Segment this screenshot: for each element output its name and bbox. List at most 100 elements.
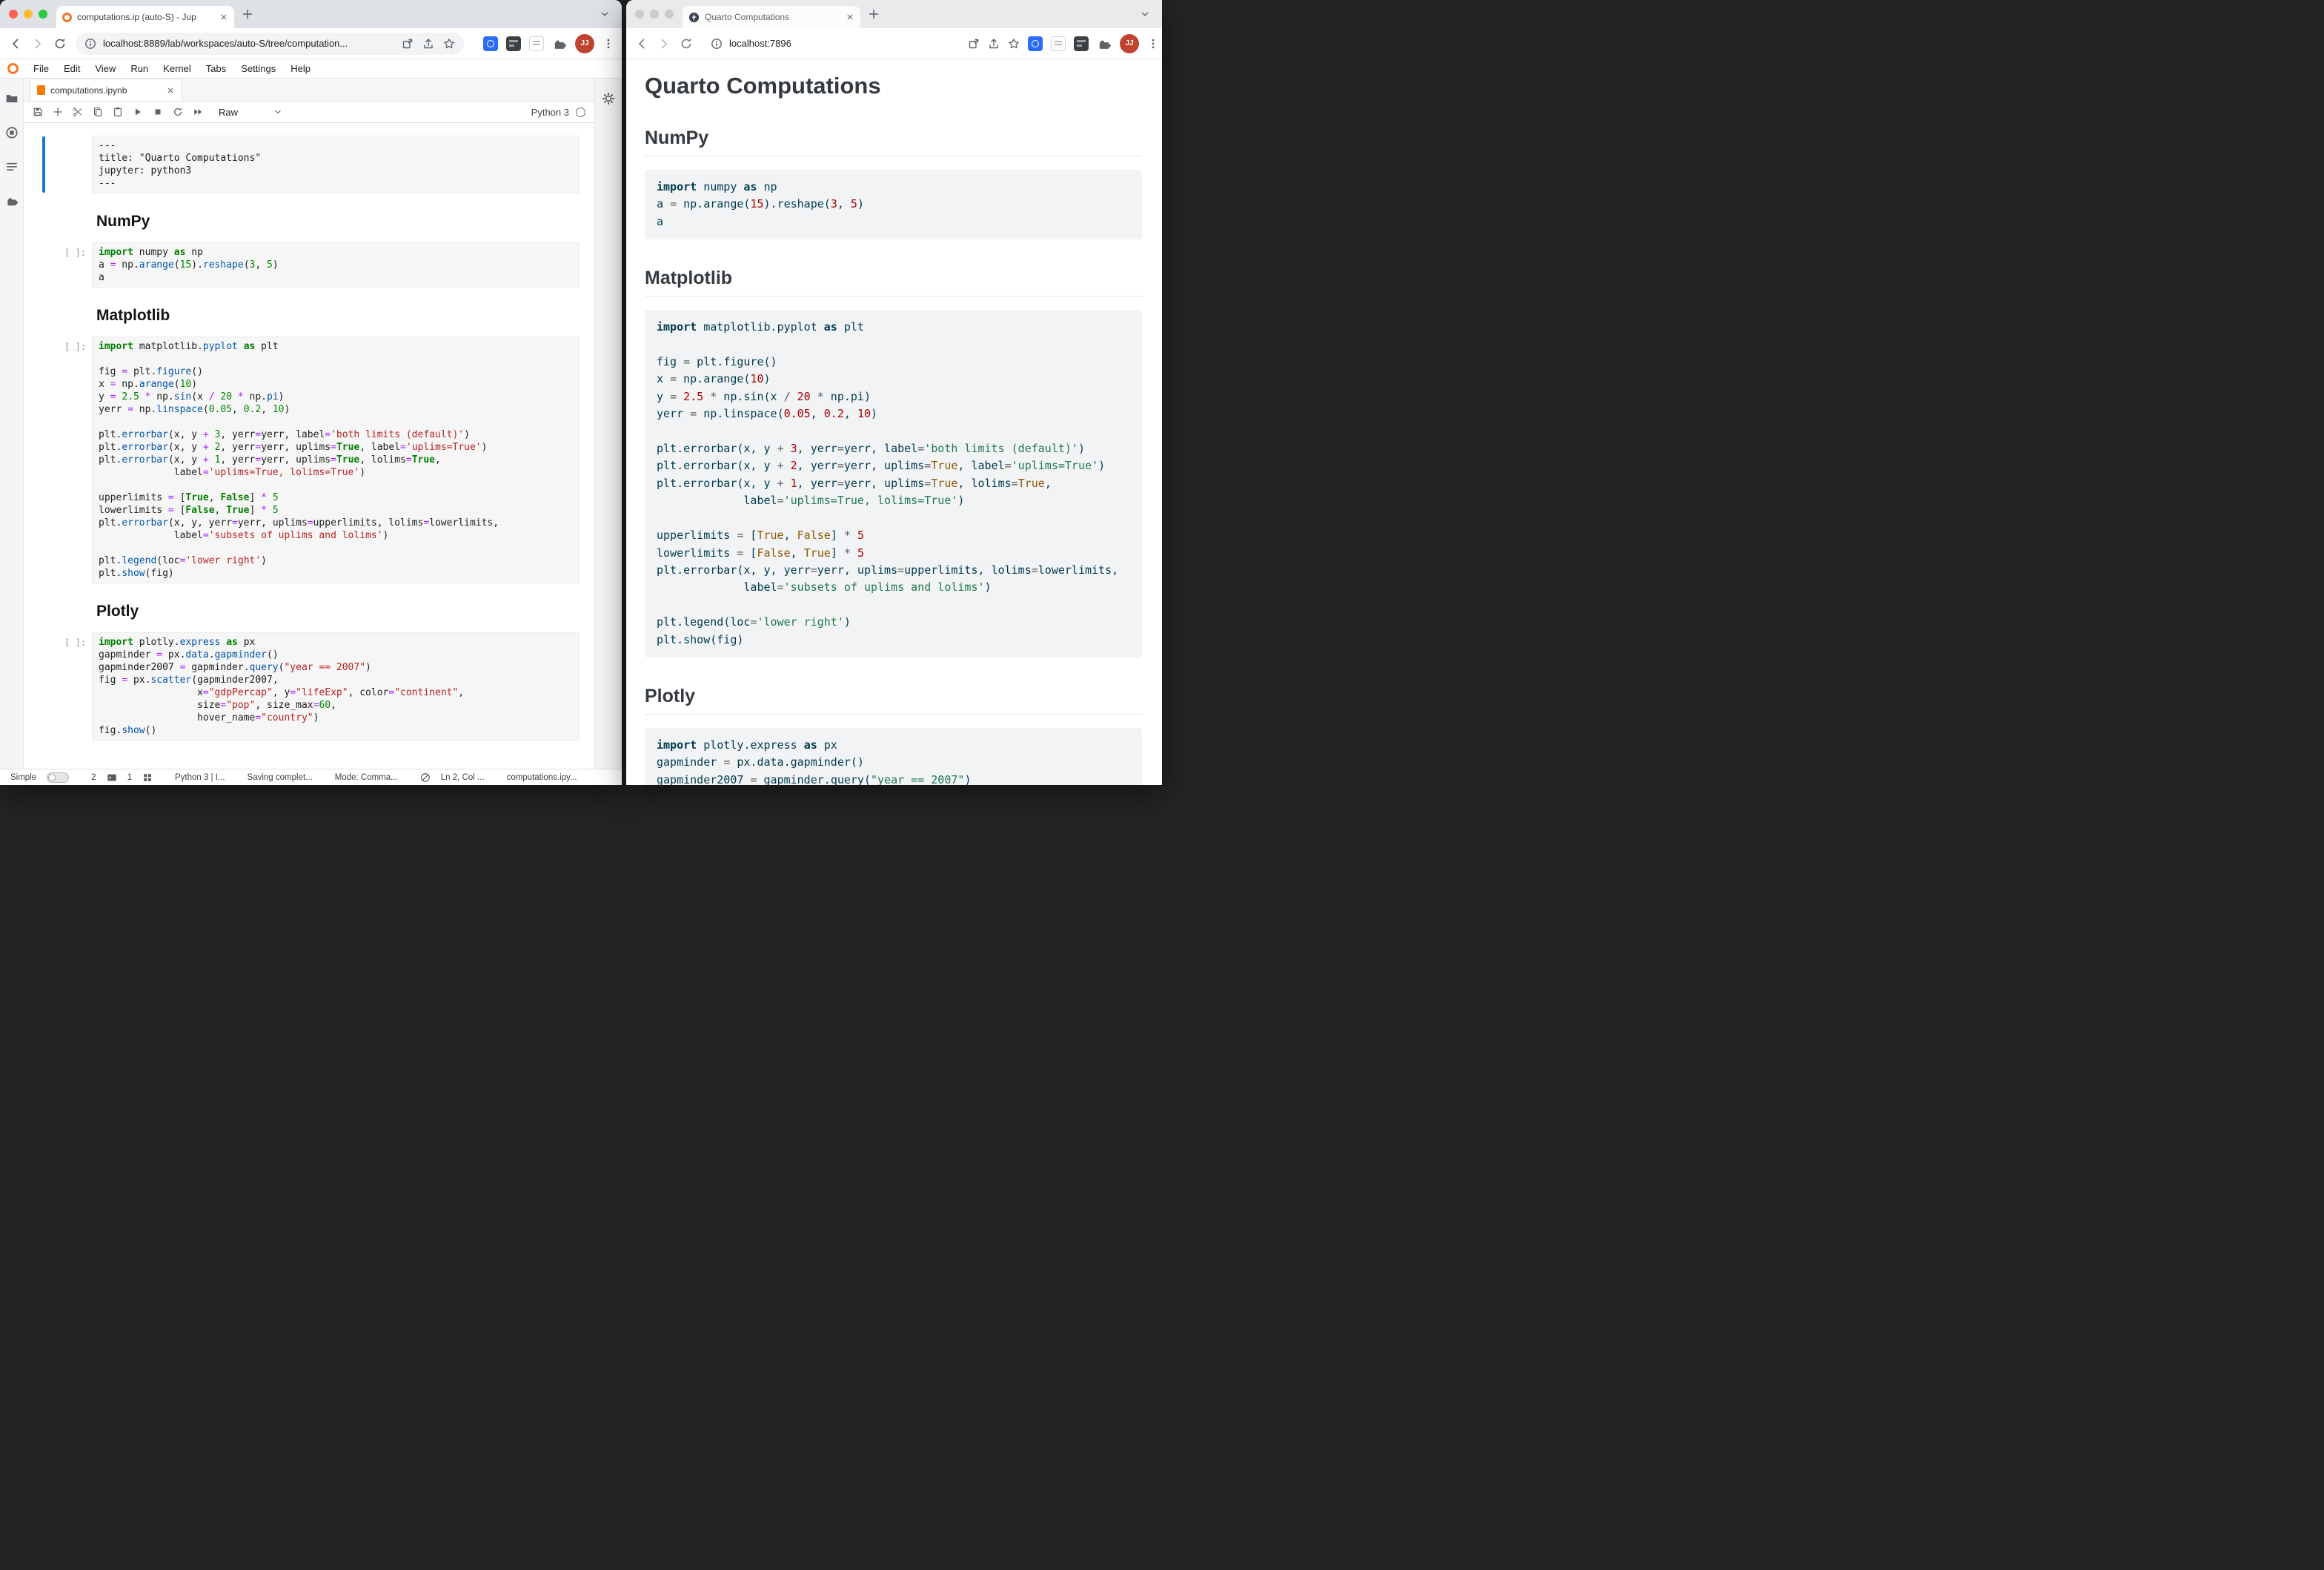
- back-button[interactable]: [635, 37, 648, 50]
- save-status-text: Saving complet...: [248, 773, 313, 782]
- restart-run-all-button[interactable]: [193, 107, 203, 117]
- menu-item-kernel[interactable]: Kernel: [156, 63, 199, 74]
- simple-mode-label: Simple: [10, 773, 36, 782]
- open-in-new-icon[interactable]: [402, 38, 414, 50]
- macos-close-button[interactable]: [9, 10, 18, 19]
- cell-editor[interactable]: import plotly.express as pxgapminder = p…: [92, 632, 580, 741]
- menu-item-help[interactable]: Help: [283, 63, 318, 74]
- raw-cell[interactable]: ---title: "Quarto Computations"jupyter: …: [24, 136, 594, 193]
- extension-camera-icon[interactable]: [1028, 36, 1043, 51]
- page-title: Quarto Computations: [645, 73, 1142, 99]
- cell-prompt: [ ]:: [24, 242, 86, 259]
- tab-search-chevron-icon[interactable]: [1140, 9, 1150, 19]
- extension-manager-icon[interactable]: [5, 194, 19, 208]
- reload-button[interactable]: [680, 37, 693, 50]
- menu-item-settings[interactable]: Settings: [233, 63, 283, 74]
- kernel-status-text[interactable]: Python 3 | I...: [175, 773, 225, 782]
- code-cell[interactable]: [ ]:import plotly.express as pxgapminder…: [24, 632, 594, 741]
- code-text: import plotly.express as pxgapminder = p…: [657, 737, 1130, 785]
- markdown-heading-cell[interactable]: NumPy: [96, 213, 580, 231]
- restart-kernel-button[interactable]: [173, 107, 183, 117]
- bookmark-star-icon[interactable]: [1008, 38, 1020, 50]
- browser-tab[interactable]: Quarto Computations: [683, 6, 860, 28]
- browser-tab-title: Quarto Computations: [705, 12, 840, 22]
- tab-close-icon[interactable]: [846, 13, 854, 21]
- cell-editor[interactable]: import numpy as npa = np.arange(15).resh…: [92, 242, 580, 288]
- quarto-page: Quarto Computations NumPyimport numpy as…: [626, 59, 1162, 785]
- cell-editor[interactable]: ---title: "Quarto Computations"jupyter: …: [92, 136, 580, 193]
- notebook-tab-close-icon[interactable]: [166, 86, 175, 95]
- page-sections: NumPyimport numpy as npa = np.arange(15)…: [645, 127, 1142, 785]
- reload-button[interactable]: [53, 37, 67, 50]
- terminal-icon: [107, 772, 117, 783]
- share-icon[interactable]: [988, 38, 1000, 50]
- code-cell[interactable]: [ ]:import matplotlib.pyplot as plt fig …: [24, 337, 594, 583]
- extensions-puzzle-icon[interactable]: [1097, 36, 1112, 51]
- cut-cell-button[interactable]: [73, 107, 83, 117]
- forward-button[interactable]: [31, 37, 44, 50]
- extension-notes-icon[interactable]: [529, 36, 544, 51]
- bookmark-star-icon[interactable]: [443, 38, 455, 50]
- markdown-heading-cell[interactable]: Matplotlib: [96, 307, 580, 325]
- run-cell-button[interactable]: [133, 107, 143, 117]
- menu-item-view[interactable]: View: [87, 63, 123, 74]
- new-tab-button[interactable]: [242, 8, 253, 20]
- table-of-contents-icon[interactable]: [5, 160, 19, 173]
- tab-close-icon[interactable]: [219, 13, 228, 21]
- back-button[interactable]: [9, 37, 22, 50]
- code-text: import numpy as npa = np.arange(15).resh…: [99, 246, 573, 284]
- open-in-new-icon[interactable]: [968, 38, 980, 50]
- share-icon[interactable]: [422, 38, 434, 50]
- copy-cell-button[interactable]: [93, 107, 103, 117]
- site-info-icon[interactable]: [84, 38, 96, 50]
- extension-dark-icon[interactable]: [1074, 36, 1089, 51]
- kernel-status-icon[interactable]: [576, 107, 585, 117]
- browser-tab[interactable]: computations.ip (auto-S) - Jup: [56, 6, 234, 28]
- cell-type-dropdown[interactable]: Raw: [219, 107, 282, 118]
- property-inspector-gear-icon[interactable]: [602, 92, 615, 105]
- file-browser-icon[interactable]: [5, 92, 19, 105]
- code-cell[interactable]: [ ]: import numpy as npa = np.arange(15).…: [24, 242, 594, 288]
- browser-tab-strip: computations.ip (auto-S) - Jup: [0, 0, 622, 28]
- forward-button[interactable]: [657, 37, 671, 50]
- markdown-heading-cell[interactable]: Plotly: [96, 603, 580, 620]
- cursor-position-text[interactable]: Ln 2, Col ...: [441, 773, 485, 782]
- running-sessions-icon[interactable]: [5, 126, 19, 139]
- menu-item-tabs[interactable]: Tabs: [199, 63, 233, 74]
- new-tab-button[interactable]: [868, 8, 880, 20]
- notebook-tab[interactable]: computations.ipynb: [30, 79, 182, 101]
- browser-menu-icon[interactable]: [1147, 38, 1159, 50]
- command-mode-text[interactable]: Mode: Comma...: [335, 773, 398, 782]
- menu-item-file[interactable]: File: [26, 63, 56, 74]
- address-bar[interactable]: localhost:7896: [702, 33, 959, 55]
- menu-item-run[interactable]: Run: [123, 63, 156, 74]
- paste-cell-button[interactable]: [113, 107, 123, 117]
- macos-close-button[interactable]: [635, 10, 644, 19]
- add-cell-button[interactable]: [53, 107, 63, 117]
- extension-dark-icon[interactable]: [506, 36, 521, 51]
- menu-item-edit[interactable]: Edit: [56, 63, 87, 74]
- macos-zoom-button[interactable]: [39, 10, 47, 19]
- extension-notes-icon[interactable]: [1051, 36, 1066, 51]
- save-button[interactable]: [33, 107, 43, 117]
- right-sidebar: [594, 79, 622, 769]
- extensions-puzzle-icon[interactable]: [552, 36, 567, 51]
- profile-avatar[interactable]: JJ: [1120, 34, 1139, 53]
- cell-type-value: Raw: [219, 107, 238, 118]
- cell-editor[interactable]: import matplotlib.pyplot as plt fig = pl…: [92, 337, 580, 583]
- macos-minimize-button[interactable]: [24, 10, 33, 19]
- extension-camera-icon[interactable]: [483, 36, 498, 51]
- address-bar[interactable]: localhost:8889/lab/workspaces/auto-S/tre…: [76, 33, 464, 55]
- profile-avatar[interactable]: JJ: [575, 34, 594, 53]
- tab-search-chevron-icon[interactable]: [600, 9, 610, 19]
- kernel-name[interactable]: Python 3: [531, 107, 569, 118]
- site-info-icon[interactable]: [711, 38, 723, 50]
- active-cell-indicator: [42, 136, 45, 193]
- macos-minimize-button[interactable]: [650, 10, 659, 19]
- interrupt-kernel-button[interactable]: [153, 107, 163, 117]
- browser-tab-title: computations.ip (auto-S) - Jup: [77, 12, 214, 22]
- simple-mode-toggle[interactable]: [47, 772, 69, 783]
- code-block: import plotly.express as pxgapminder = p…: [645, 728, 1142, 785]
- browser-menu-icon[interactable]: [602, 38, 614, 50]
- macos-zoom-button[interactable]: [665, 10, 674, 19]
